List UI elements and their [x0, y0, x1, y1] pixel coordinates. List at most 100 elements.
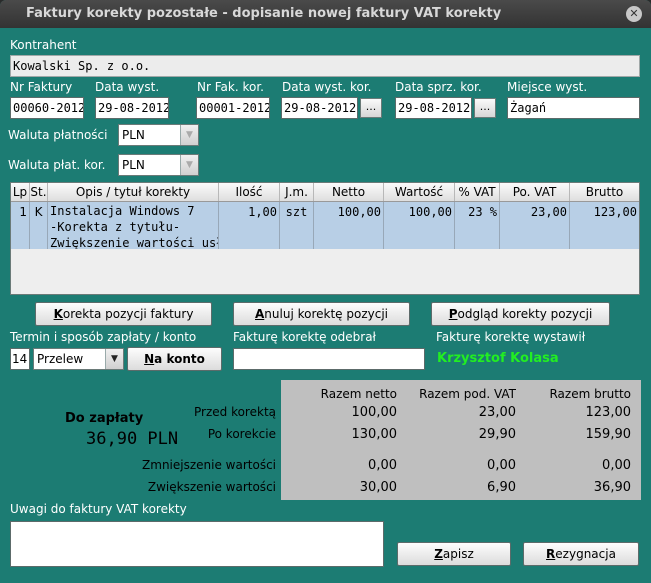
waluta-plat-kor-value: PLN [122, 158, 145, 172]
miejsce-wyst-field[interactable]: Żagań [507, 97, 640, 119]
chevron-down-icon: ▼ [180, 155, 198, 175]
close-icon[interactable]: ✕ [626, 6, 642, 22]
odebral-label: Fakturę korektę odebrał [233, 330, 376, 344]
cell-opis-line: Zwiększenie wartości usł [50, 236, 219, 249]
termin-field[interactable]: 14 [10, 348, 30, 370]
waluta-plat-kor-select[interactable]: PLN ▼ [118, 154, 199, 176]
cell-st: K [30, 202, 48, 249]
miejsce-wyst-label: Miejsce wyst. [507, 80, 588, 94]
summary-netto: 0,00 [368, 458, 397, 473]
termin-label: Termin i sposób zapłaty / konto [10, 330, 197, 344]
col-opis[interactable]: Opis / tytuł korekty [48, 183, 219, 201]
data-wyst-kor-label: Data wyst. kor. [282, 80, 372, 94]
data-wyst-label: Data wyst. [95, 80, 160, 94]
col-vat[interactable]: % VAT [455, 183, 500, 201]
button-label: orekta pozycji faktury [62, 307, 194, 321]
wystawil-value: Krzysztof Kolasa [437, 351, 559, 366]
col-netto[interactable]: Netto [314, 183, 384, 201]
summary-netto: 130,00 [351, 427, 398, 442]
waluta-platnosci-label: Waluta płatności [8, 128, 108, 142]
uwagi-textarea[interactable] [10, 521, 384, 567]
mnemonic: A [255, 307, 265, 321]
na-konto-button[interactable]: Na konto [127, 347, 222, 371]
summary-vat: 6,90 [487, 480, 516, 495]
col-ilosc[interactable]: Ilość [219, 183, 280, 201]
summary-vat: 29,90 [478, 427, 516, 442]
wystawil-label: Fakturę korektę wystawił [436, 330, 586, 344]
summary-brutto: 36,90 [593, 480, 631, 495]
button-label: apisz [442, 547, 474, 561]
mnemonic: N [144, 352, 155, 366]
summary-row-label: Po korekcie [207, 427, 276, 441]
cell-ilosc: 1,00 [219, 202, 280, 249]
invoice-correction-dialog: Faktury korekty pozostałe - dopisanie no… [0, 0, 651, 583]
chevron-down-icon: ▼ [105, 349, 123, 369]
kontrahent-label: Kontrahent [10, 38, 77, 52]
anuluj-korekte-button[interactable]: Anuluj korektę pozycji [233, 302, 410, 326]
summary-vat: 0,00 [487, 458, 516, 473]
korekta-pozycji-button[interactable]: Korekta pozycji faktury [35, 302, 212, 326]
table-header: Lp St. Opis / tytuł korekty Ilość J.m. N… [11, 183, 639, 202]
cell-po-vat: 23,00 [500, 202, 570, 249]
summary-row-label: Zmniejszenie wartości [142, 458, 276, 472]
button-label: a konto [154, 352, 205, 366]
summary-header-brutto: Razem brutto [549, 387, 631, 401]
col-lp[interactable]: Lp [11, 183, 30, 201]
summary-netto: 30,00 [359, 480, 397, 495]
cell-jm: szt [280, 202, 314, 249]
button-label: nuluj korektę pozycji [264, 307, 388, 321]
summary-header-netto: Razem netto [320, 387, 397, 401]
button-label: ezygnacja [555, 547, 616, 561]
data-wyst-kor-picker-button[interactable]: ... [360, 98, 382, 118]
odebral-field[interactable] [233, 348, 425, 370]
summary-row-label: Przed korektą [194, 405, 276, 419]
cell-opis: Instalacja Windows 7 -Korekta z tytułu- … [48, 202, 219, 249]
data-wyst-field[interactable]: 29-08-2012 [95, 97, 169, 119]
rezygnacja-button[interactable]: Rezygnacja [523, 542, 639, 566]
window-title: Faktury korekty pozostałe - dopisanie no… [26, 6, 502, 21]
cell-lp: 1 [11, 202, 30, 249]
nr-faktury-field[interactable]: 00060-2012 [10, 97, 84, 119]
sposob-zaplaty-select[interactable]: Przelew ▼ [33, 348, 124, 370]
data-wyst-kor-field[interactable]: 29-08-2012 [281, 97, 358, 119]
waluta-platnosci-select[interactable]: PLN ▼ [118, 124, 199, 146]
col-po-vat[interactable]: Po. VAT [500, 183, 570, 201]
nr-faktury-label: Nr Faktury [10, 80, 73, 94]
cell-netto: 100,00 [314, 202, 384, 249]
cell-opis-line: Instalacja Windows 7 [50, 204, 195, 218]
summary-header-vat: Razem pod. VAT [419, 387, 516, 401]
summary-netto: 100,00 [351, 405, 398, 420]
cell-vat: 23 % [455, 202, 500, 249]
data-sprz-kor-label: Data sprz. kor. [395, 80, 482, 94]
col-jm[interactable]: J.m. [280, 183, 314, 201]
waluta-platnosci-value: PLN [122, 128, 145, 142]
data-sprz-kor-field[interactable]: 29-08-2012 [395, 97, 472, 119]
cell-opis-line: -Korekta z tytułu- [50, 220, 181, 234]
nr-fak-kor-label: Nr Fak. kor. [197, 80, 264, 94]
podglad-korekty-button[interactable]: Podgląd korekty pozycji [431, 302, 610, 326]
uwagi-label: Uwagi do faktury VAT korekty [10, 502, 187, 516]
mnemonic: R [546, 547, 556, 561]
button-label: odgląd korekty pozycji [457, 307, 593, 321]
title-bar[interactable]: Faktury korekty pozostałe - dopisanie no… [0, 0, 651, 28]
kontrahent-field[interactable]: Kowalski Sp. z o.o. [10, 55, 640, 77]
summary-brutto: 159,90 [585, 427, 632, 442]
summary-brutto: 0,00 [602, 458, 631, 473]
summary-brutto: 123,00 [585, 405, 632, 420]
nr-fak-kor-field[interactable]: 00001-2012 [196, 97, 270, 119]
zapisz-button[interactable]: Zapisz [397, 542, 511, 566]
mnemonic: K [53, 307, 63, 321]
sposob-zaplaty-value: Przelew [37, 352, 84, 366]
col-brutto[interactable]: Brutto [570, 183, 639, 201]
cell-brutto: 123,00 [593, 205, 637, 219]
summary-vat: 23,00 [478, 405, 516, 420]
chevron-down-icon: ▼ [180, 125, 198, 145]
cell-wartosc: 100,00 [384, 202, 455, 249]
correction-items-table[interactable]: Lp St. Opis / tytuł korekty Ilość J.m. N… [10, 182, 640, 295]
col-wartosc[interactable]: Wartość [384, 183, 455, 201]
data-sprz-kor-picker-button[interactable]: ... [474, 98, 496, 118]
summary-row-label: Zwiększenie wartości [147, 480, 276, 494]
waluta-plat-kor-label: Waluta płat. kor. [8, 158, 106, 172]
table-row[interactable]: 1 K Instalacja Windows 7 -Korekta z tytu… [11, 202, 639, 249]
col-st[interactable]: St. [30, 183, 48, 201]
